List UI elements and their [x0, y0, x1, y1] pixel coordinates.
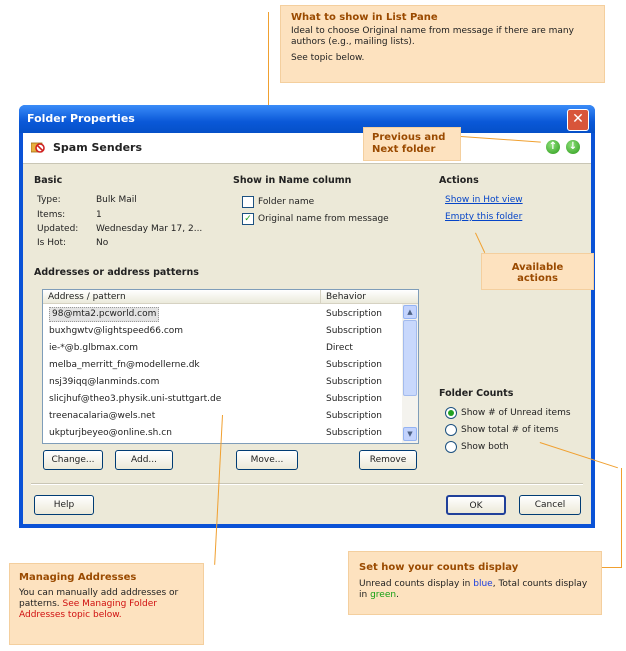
show-in-hot-view-link[interactable]: Show in Hot view [445, 195, 523, 205]
callout-body: Ideal to choose Original name from messa… [291, 26, 574, 47]
cancel-button[interactable]: Cancel [519, 495, 581, 515]
change-button[interactable]: Change... [43, 450, 103, 470]
address-row[interactable]: slicjhuf@theo3.physik.uni-stuttgart.de Su… [43, 391, 401, 408]
address-row[interactable]: buxhgwtv@lightspeed66.com Subscription [43, 323, 401, 340]
name-column-heading: Show in Name column [233, 175, 352, 186]
address-cell: ie-*@b.glbmax.com [49, 343, 138, 353]
remove-button[interactable]: Remove [359, 450, 417, 470]
address-cell: treenacalaria@wels.net [49, 411, 156, 421]
dialog-client: Spam Senders ↑ ↓ Basic Type: Bulk Mail I… [23, 133, 591, 524]
basic-items-label: Items: [37, 210, 66, 220]
behavior-cell: Subscription [326, 394, 382, 404]
list-scrollbar[interactable]: ▲ ▼ [402, 304, 418, 443]
counts-text-prefix: Unread counts display in [359, 579, 474, 589]
counts-callout-body: Unread counts display in blue, Total cou… [359, 579, 591, 601]
folder-name-option-label: Folder name [258, 197, 315, 207]
scroll-up-icon[interactable]: ▲ [403, 305, 417, 319]
address-row[interactable]: ie-*@b.glbmax.com Direct [43, 340, 401, 357]
basic-type-value: Bulk Mail [96, 195, 137, 205]
spam-folder-icon [31, 142, 45, 153]
original-name-checkbox[interactable]: ✓ [242, 213, 254, 225]
scroll-down-icon[interactable]: ▼ [403, 427, 417, 441]
callout-title: Available actions [511, 262, 564, 284]
address-row[interactable]: 98@mta2.pcworld.com Subscription [43, 306, 401, 323]
address-list[interactable]: Address / pattern Behavior 98@mta2.pcwor… [42, 289, 419, 444]
basic-heading: Basic [34, 175, 63, 186]
close-button[interactable]: ✕ [567, 109, 589, 131]
both-count-label: Show both [461, 442, 509, 452]
address-row[interactable]: melba_merritt_fn@modellerne.dk Subscripti… [43, 357, 401, 374]
green-word: green [370, 590, 397, 600]
basic-hot-value: No [96, 238, 109, 248]
counts-connector-b [602, 567, 622, 568]
both-count-radio[interactable] [445, 441, 457, 453]
move-button[interactable]: Move... [236, 450, 298, 470]
blue-word: blue [473, 579, 493, 589]
column-header-address[interactable]: Address / pattern [43, 290, 321, 304]
counts-callout: Set how your counts display Unread count… [348, 551, 602, 615]
behavior-cell: Subscription [326, 411, 382, 421]
total-count-radio[interactable] [445, 424, 457, 436]
behavior-cell: Direct [326, 343, 353, 353]
address-cell: ukpturjbeyeo@online.sh.cn [49, 428, 172, 438]
unread-count-radio[interactable] [445, 407, 457, 419]
folder-properties-dialog: Folder Properties ✕ Spam Senders ↑ ↓ Bas… [19, 105, 595, 528]
unread-count-label: Show # of Unread items [461, 408, 571, 418]
folder-name: Spam Senders [53, 141, 143, 154]
behavior-cell: Subscription [326, 326, 382, 336]
callout-title: Managing Addresses [19, 572, 137, 583]
address-cell: slicjhuf@theo3.physik.uni-stuttgart.de [49, 394, 222, 404]
folder-header: Spam Senders ↑ ↓ [23, 133, 591, 164]
address-cell: 98@mta2.pcworld.com [49, 307, 160, 322]
title-bar[interactable]: Folder Properties ✕ [19, 105, 595, 133]
basic-items-value: 1 [96, 210, 102, 220]
behavior-cell: Subscription [326, 309, 382, 319]
basic-updated-value: Wednesday Mar 17, 2... [96, 224, 203, 234]
actions-heading: Actions [439, 175, 479, 186]
address-cell: nsj39iqq@lanminds.com [49, 377, 160, 387]
counts-connector-v [621, 468, 622, 568]
callout-title: Set how your counts display [359, 562, 519, 573]
address-cell: buxhgwtv@lightspeed66.com [49, 326, 184, 336]
managing-callout-body: You can manually add addresses or patter… [19, 588, 194, 621]
managing-callout: Managing Addresses You can manually add … [9, 563, 204, 645]
next-folder-button[interactable]: ↓ [566, 140, 580, 154]
column-header-behavior[interactable]: Behavior [321, 290, 418, 304]
empty-folder-link[interactable]: Empty this folder [445, 212, 522, 222]
scroll-thumb[interactable] [403, 320, 417, 396]
callout-note: See topic below. [291, 53, 365, 63]
nav-callout: Previous and Next folder [363, 127, 461, 161]
dialog-title: Folder Properties [27, 112, 135, 125]
folder-name-checkbox[interactable] [242, 196, 254, 208]
help-button[interactable]: Help [34, 495, 94, 515]
footer-divider [31, 483, 583, 485]
callout-title: Previous and Next folder [372, 132, 446, 155]
address-cell: melba_merritt_fn@modellerne.dk [49, 360, 200, 370]
callout-title: What to show in List Pane [291, 12, 438, 23]
add-button[interactable]: Add... [115, 450, 173, 470]
ok-button[interactable]: OK [446, 495, 506, 515]
behavior-cell: Subscription [326, 428, 382, 438]
actions-callout: Available actions [481, 253, 594, 290]
total-count-label: Show total # of items [461, 425, 559, 435]
addresses-heading: Addresses or address patterns [34, 267, 199, 278]
behavior-cell: Subscription [326, 360, 382, 370]
basic-updated-label: Updated: [37, 224, 79, 234]
basic-hot-label: Is Hot: [37, 238, 67, 248]
original-name-option-label: Original name from message [258, 214, 389, 224]
basic-type-label: Type: [37, 195, 61, 205]
address-row[interactable]: nsj39iqq@lanminds.com Subscription [43, 374, 401, 391]
counts-text-suffix: . [396, 590, 399, 600]
list-pane-callout: What to show in List Pane Ideal to choos… [280, 5, 605, 83]
behavior-cell: Subscription [326, 377, 382, 387]
folder-counts-heading: Folder Counts [439, 388, 514, 399]
previous-folder-button[interactable]: ↑ [546, 140, 560, 154]
